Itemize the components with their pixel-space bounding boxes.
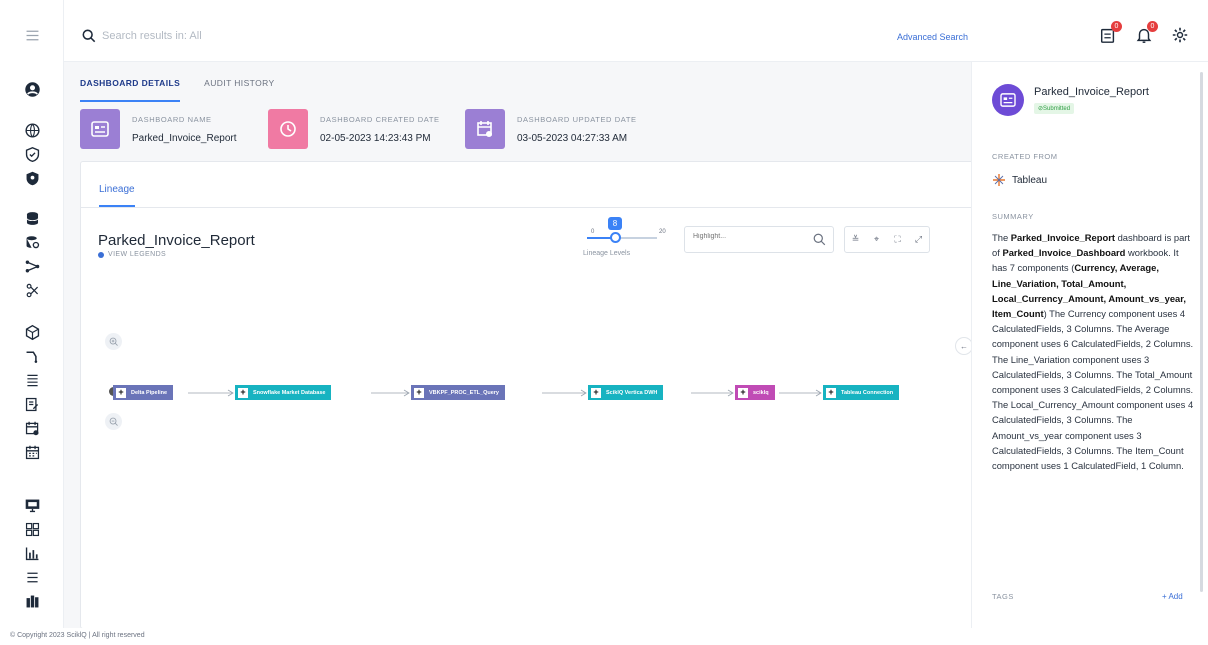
node-label: Snowflake Market Database — [253, 389, 326, 396]
grid-icon[interactable] — [22, 519, 42, 539]
node-label: Tableau Connection — [841, 389, 894, 396]
calendar-clock-icon[interactable] — [22, 418, 42, 438]
document-edit-icon[interactable] — [22, 394, 42, 414]
detail-tabs: DASHBOARD DETAILS AUDIT HISTORY — [80, 78, 275, 102]
lineage-node-vbkpf-query[interactable]: + VBKPF_PROC_ETL_Query — [411, 385, 505, 400]
user-profile-icon[interactable] — [22, 79, 42, 99]
expand-node-icon[interactable]: + — [826, 387, 836, 398]
reports-button[interactable]: 0 — [1098, 21, 1122, 46]
lineage-flow-icon[interactable] — [22, 256, 42, 276]
database-icon[interactable] — [22, 208, 42, 228]
globe-icon[interactable] — [22, 120, 42, 140]
expand-node-icon[interactable]: + — [116, 387, 126, 398]
node-label: SciklQ Vertica DWH — [606, 389, 658, 396]
dashboard-name-value: Parked_Invoice_Report — [132, 132, 237, 144]
created-from-label: CREATED FROM — [992, 152, 1058, 161]
menu-list-icon[interactable] — [22, 567, 42, 587]
shield-check-icon[interactable] — [22, 144, 42, 164]
left-nav-rail — [0, 0, 64, 628]
library-icon[interactable] — [22, 591, 42, 611]
footer-copyright: © Copyright 2023 SciklQ | All right rese… — [0, 628, 1208, 645]
advanced-search-link[interactable]: Advanced Search — [897, 32, 968, 42]
tab-audit-history[interactable]: AUDIT HISTORY — [204, 78, 274, 102]
dashboard-icon — [80, 109, 120, 149]
node-label: VBKPF_PROC_ETL_Query — [429, 389, 499, 396]
expand-node-icon[interactable]: + — [238, 387, 248, 398]
lineage-node-sciklq[interactable]: + sciklq — [735, 385, 775, 400]
details-side-panel: Parked_Invoice_Report ⊘Submitted CREATED… — [971, 62, 1208, 628]
clock-icon — [268, 109, 308, 149]
global-search-input[interactable] — [102, 26, 602, 46]
created-date-value: 02-05-2023 14:23:43 PM — [320, 132, 431, 144]
menu-icon[interactable] — [22, 25, 42, 45]
top-bar: Advanced Search 0 0 — [64, 10, 1208, 62]
lineage-node-tableau-connection[interactable]: + Tableau Connection — [823, 385, 900, 400]
list-icon[interactable] — [22, 370, 42, 390]
summary-text: The Parked_Invoice_Report dashboard is p… — [992, 230, 1194, 473]
main-content: DASHBOARD DETAILS AUDIT HISTORY DASHBOAR… — [64, 62, 976, 629]
notifications-badge: 0 — [1147, 21, 1158, 32]
reports-badge: 0 — [1111, 21, 1122, 32]
expand-node-icon[interactable]: + — [591, 387, 601, 398]
lineage-node-snowflake[interactable]: + Snowflake Market Database — [235, 385, 332, 400]
scissors-icon[interactable] — [22, 280, 42, 300]
expand-node-icon[interactable]: + — [414, 387, 424, 398]
panel-dashboard-name: Parked_Invoice_Report — [1034, 86, 1149, 98]
source-system: Tableau — [992, 173, 1047, 187]
gear-icon — [1172, 27, 1188, 43]
search-icon — [82, 29, 96, 43]
bar-chart-icon[interactable] — [22, 543, 42, 563]
calendar-update-icon — [465, 109, 505, 149]
dashboard-avatar-icon — [992, 84, 1024, 116]
status-badge: ⊘Submitted — [1034, 103, 1075, 114]
source-name: Tableau — [1012, 174, 1048, 186]
expand-node-icon[interactable]: + — [738, 387, 748, 398]
updated-date-value: 03-05-2023 04:27:33 AM — [517, 132, 628, 144]
created-date-label: DASHBOARD CREATED DATE — [320, 114, 440, 124]
tab-dashboard-details[interactable]: DASHBOARD DETAILS — [80, 78, 181, 102]
shield-user-icon[interactable] — [22, 168, 42, 188]
node-label: Delta Pipeline — [131, 389, 168, 396]
monitor-icon[interactable] — [22, 495, 42, 515]
summary-fragment: Parked_Invoice_Report — [1010, 232, 1115, 243]
tableau-icon — [993, 174, 1005, 186]
notifications-button[interactable]: 0 — [1134, 21, 1158, 46]
summary-fragment: The — [992, 232, 1011, 243]
settings-button[interactable] — [1170, 24, 1190, 46]
dashboard-name-card: DASHBOARD NAME Parked_Invoice_Report — [80, 109, 237, 149]
summary-fragment: Parked_Invoice_Dashboard — [1002, 247, 1126, 259]
updated-date-card: DASHBOARD UPDATED DATE 03-05-2023 04:27:… — [465, 109, 637, 149]
tags-label: TAGS — [992, 592, 1014, 601]
panel-scrollbar[interactable] — [1200, 72, 1203, 592]
cube-icon[interactable] — [22, 322, 42, 342]
summary-label: SUMMARY — [992, 212, 1034, 221]
lineage-node-delta-pipeline[interactable]: + Delta Pipeline — [113, 385, 174, 400]
database-search-icon[interactable] — [22, 232, 42, 252]
dashboard-name-label: DASHBOARD NAME — [132, 114, 212, 124]
summary-fragment: ) The Currency component uses 4 Calculat… — [992, 308, 1194, 472]
updated-date-label: DASHBOARD UPDATED DATE — [517, 114, 637, 124]
route-icon[interactable] — [22, 346, 42, 366]
lineage-node-vertica-dwh[interactable]: + SciklQ Vertica DWH — [588, 385, 664, 400]
calendar-icon[interactable] — [22, 442, 42, 462]
add-tag-button[interactable]: + Add — [1162, 592, 1183, 601]
lineage-panel: Lineage Parked_Invoice_Report VIEW LEGEN… — [80, 161, 976, 629]
created-date-card: DASHBOARD CREATED DATE 02-05-2023 14:23:… — [268, 109, 440, 149]
node-label: sciklq — [753, 389, 769, 396]
